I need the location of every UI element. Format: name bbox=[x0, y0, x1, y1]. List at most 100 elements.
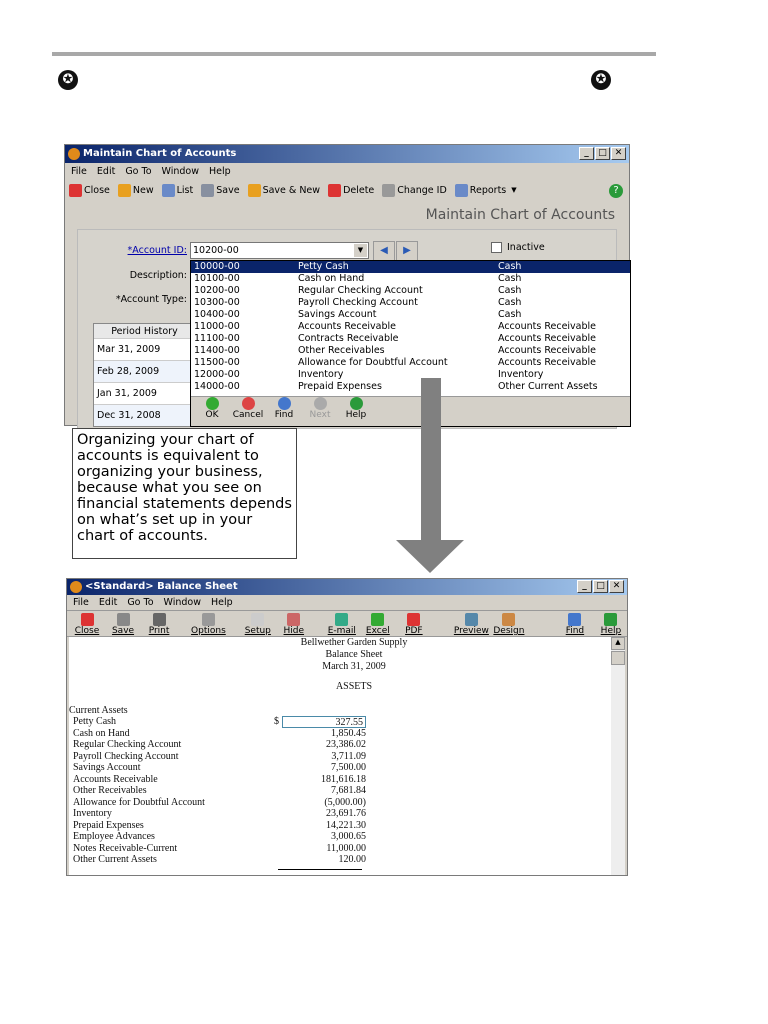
dropdown-row[interactable]: 11000-00 Accounts Receivable Accounts Rece… bbox=[191, 321, 630, 333]
menu-file[interactable]: File bbox=[71, 163, 87, 180]
account-id: 11400-00 bbox=[194, 345, 240, 356]
pdf-button[interactable]: PDF bbox=[398, 613, 430, 636]
menu-edit[interactable]: Edit bbox=[97, 163, 115, 180]
balance-row[interactable]: Allowance for Doubtful Account (5,000.00) bbox=[69, 797, 366, 809]
balance-row[interactable]: Inventory 23,691.76 bbox=[69, 808, 366, 820]
app-icon bbox=[68, 148, 80, 160]
menu-file[interactable]: File bbox=[73, 595, 89, 610]
dropdown-row[interactable]: 10000-00 Petty Cash Cash bbox=[191, 261, 630, 273]
close-window-button[interactable]: ✕ bbox=[611, 147, 626, 160]
dropdown-row[interactable]: 14000-00 Prepaid Expenses Other Current As… bbox=[191, 381, 630, 393]
menu-help[interactable]: Help bbox=[211, 595, 233, 610]
maximize-button[interactable]: □ bbox=[595, 147, 610, 160]
ok-button[interactable]: OK bbox=[194, 397, 230, 426]
amount: 11,000.00 bbox=[326, 842, 366, 854]
inactive-checkbox[interactable] bbox=[491, 242, 502, 253]
options-button[interactable]: Options bbox=[191, 613, 226, 636]
dropdown-row[interactable]: 10400-00 Savings Account Cash bbox=[191, 309, 630, 321]
menu-edit[interactable]: Edit bbox=[99, 595, 117, 610]
period-row[interactable]: Mar 31, 2009 bbox=[94, 339, 192, 361]
account-id-label[interactable]: *Account ID: bbox=[67, 245, 187, 256]
star-icon: ✪ bbox=[591, 70, 611, 90]
list-button[interactable]: List bbox=[161, 183, 193, 197]
scroll-up-button[interactable]: ▲ bbox=[611, 637, 625, 650]
balance-row[interactable]: Savings Account 7,500.00 bbox=[69, 762, 366, 774]
design-button[interactable]: Design bbox=[493, 613, 525, 636]
excel-button[interactable]: Excel bbox=[362, 613, 394, 636]
maximize-button[interactable]: □ bbox=[593, 580, 608, 593]
amount: 327.55 bbox=[282, 716, 366, 728]
next-record-button[interactable]: ▶ bbox=[396, 241, 418, 261]
delete-button[interactable]: Delete bbox=[328, 183, 374, 197]
balance-row[interactable]: Notes Receivable-Current 11,000.00 bbox=[69, 843, 366, 855]
period-row[interactable]: Feb 28, 2009 bbox=[94, 361, 192, 383]
scroll-thumb[interactable] bbox=[611, 651, 625, 665]
account-description: Savings Account bbox=[298, 309, 377, 320]
balance-row[interactable]: Cash on Hand 1,850.45 bbox=[69, 728, 366, 740]
menu-window[interactable]: Window bbox=[164, 595, 201, 610]
account-name: Prepaid Expenses bbox=[73, 819, 144, 831]
cancel-button[interactable]: Cancel bbox=[230, 397, 266, 426]
help-icon[interactable]: ? bbox=[609, 184, 623, 198]
reports-button[interactable]: Reports ▼ bbox=[454, 183, 517, 197]
minimize-button[interactable]: _ bbox=[577, 580, 592, 593]
balance-row[interactable]: Other Receivables 7,681.84 bbox=[69, 785, 366, 797]
menu-bar: File Edit Go To Window Help bbox=[67, 595, 627, 610]
dropdown-row[interactable]: 10100-00 Cash on Hand Cash bbox=[191, 273, 630, 285]
account-description: Cash on Hand bbox=[298, 273, 365, 284]
save-button[interactable]: Save bbox=[107, 613, 139, 636]
dropdown-arrow-icon[interactable]: ▼ bbox=[354, 244, 367, 257]
dropdown-row[interactable]: 11500-00 Allowance for Doubtful Account Ac… bbox=[191, 357, 630, 369]
menu-window[interactable]: Window bbox=[162, 163, 199, 180]
dropdown-row[interactable]: 12000-00 Inventory Inventory bbox=[191, 369, 630, 381]
balance-row[interactable]: Payroll Checking Account 3,711.09 bbox=[69, 751, 366, 763]
account-id-input[interactable]: 10200-00 ▼ bbox=[190, 242, 369, 259]
minimize-button[interactable]: _ bbox=[579, 147, 594, 160]
balance-row[interactable]: Prepaid Expenses 14,221.30 bbox=[69, 820, 366, 832]
dropdown-row[interactable]: 10300-00 Payroll Checking Account Cash bbox=[191, 297, 630, 309]
account-description: Contracts Receivable bbox=[298, 333, 399, 344]
balance-row[interactable]: Petty Cash $327.55 bbox=[69, 716, 366, 728]
menu-go-to[interactable]: Go To bbox=[127, 595, 153, 610]
change-id-button[interactable]: Change ID bbox=[382, 183, 447, 197]
balance-row[interactable]: Employee Advances 3,000.65 bbox=[69, 831, 366, 843]
currency-symbol bbox=[274, 820, 282, 832]
currency-symbol bbox=[274, 831, 282, 843]
close-button[interactable]: Close bbox=[69, 183, 110, 197]
period-row[interactable]: Jan 31, 2009 bbox=[94, 383, 192, 405]
close-window-button[interactable]: ✕ bbox=[609, 580, 624, 593]
save-button[interactable]: Save bbox=[201, 183, 240, 197]
hide-button[interactable]: Hide bbox=[278, 613, 310, 636]
account-dropdown-list[interactable]: 10000-00 Petty Cash Cash 10100-00 Cash on Ha… bbox=[190, 260, 631, 427]
dropdown-row[interactable]: 10200-00 Regular Checking Account Cash bbox=[191, 285, 630, 297]
menu-bar: File Edit Go To Window Help bbox=[65, 163, 629, 180]
list-icon bbox=[161, 183, 175, 197]
vertical-scrollbar[interactable]: ▲ bbox=[611, 637, 625, 875]
save-new-button[interactable]: Save & New bbox=[247, 183, 320, 197]
new-button[interactable]: New bbox=[117, 183, 154, 197]
help-button[interactable]: Help bbox=[338, 397, 374, 426]
help-button[interactable]: Help bbox=[595, 613, 627, 636]
menu-help[interactable]: Help bbox=[209, 163, 231, 180]
currency-symbol bbox=[274, 854, 282, 866]
balance-row[interactable]: Regular Checking Account 23,386.02 bbox=[69, 739, 366, 751]
preview-button[interactable]: Preview bbox=[454, 613, 489, 636]
next-button[interactable]: Next bbox=[302, 397, 338, 426]
e-mail-button[interactable]: E-mail bbox=[326, 613, 358, 636]
find-button[interactable]: Find bbox=[559, 613, 591, 636]
balance-row[interactable]: Accounts Receivable 181,616.18 bbox=[69, 774, 366, 786]
account-id: 12000-00 bbox=[194, 369, 240, 380]
find-button[interactable]: Find bbox=[266, 397, 302, 426]
dropdown-row[interactable]: 11400-00 Other Receivables Accounts Receiv… bbox=[191, 345, 630, 357]
print-button[interactable]: Print bbox=[143, 613, 175, 636]
period-row[interactable]: Dec 31, 2008 bbox=[94, 405, 192, 426]
account-description: Payroll Checking Account bbox=[298, 297, 418, 308]
balance-row[interactable]: Other Current Assets 120.00 bbox=[69, 854, 366, 866]
menu-go-to[interactable]: Go To bbox=[125, 163, 151, 180]
close-button[interactable]: Close bbox=[71, 613, 103, 636]
dropdown-row[interactable]: 11100-00 Contracts Receivable Accounts Rec… bbox=[191, 333, 630, 345]
previous-record-button[interactable]: ◀ bbox=[373, 241, 395, 261]
setup-button[interactable]: Setup bbox=[242, 613, 274, 636]
account-name: Allowance for Doubtful Account bbox=[73, 796, 205, 808]
save-icon bbox=[116, 613, 130, 626]
